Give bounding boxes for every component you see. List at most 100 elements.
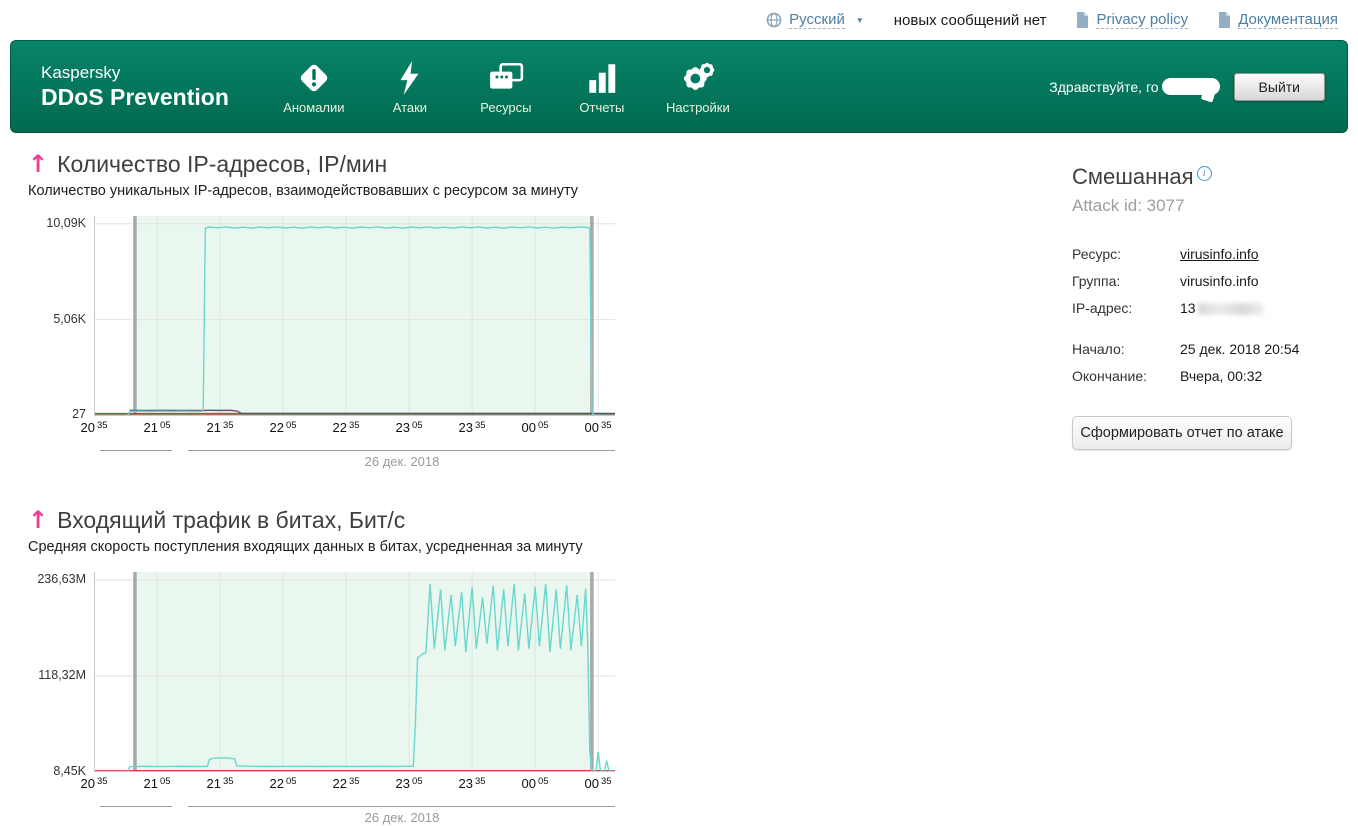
content-area: ↑ Количество IP-адресов, IP/мин Количест… <box>0 150 1358 826</box>
messages-status: новых сообщений нет <box>893 11 1047 29</box>
field-ip: IP-адрес: 13 <box>1072 300 1322 316</box>
nav-label: Аномалии <box>283 100 345 115</box>
top-utility-bar: Русский ▼ новых сообщений нет Privacy po… <box>0 0 1358 40</box>
chart-title: Количество IP-адресов, IP/мин <box>57 151 388 177</box>
x-axis-tick: 22 05 <box>269 420 297 435</box>
x-axis-tick: 23 05 <box>395 776 423 791</box>
chart-block-traffic: ↑ Входящий трафик в битах, Бит/с Средняя… <box>28 506 708 826</box>
header-right: Здравствуйте, го Выйти <box>1049 72 1325 101</box>
chart-subtitle: Средняя скорость поступления входящих да… <box>28 539 583 555</box>
y-axis-tick: 5,06K <box>53 312 86 326</box>
attack-type-title: Смешанная <box>1072 164 1194 189</box>
document-icon <box>1077 12 1089 28</box>
x-axis-tick: 22 35 <box>332 776 360 791</box>
date-axis-segment <box>188 806 615 807</box>
x-axis-tick: 20 35 <box>80 776 108 791</box>
field-start: Начало: 25 дек. 2018 20:54 <box>1072 341 1322 357</box>
app-header: Kaspersky DDoS Prevention Аномалии Атаки <box>10 40 1348 133</box>
date-axis-label: 26 дек. 2018 <box>364 810 440 825</box>
chart-title: Входящий трафик в битах, Бит/с <box>57 507 406 533</box>
field-resource: Ресурс: virusinfo.info <box>1072 246 1322 262</box>
bar-chart-icon <box>584 58 620 96</box>
info-icon[interactable]: i <box>1196 166 1212 181</box>
x-axis-tick: 00 35 <box>584 776 612 791</box>
nav-item-reports[interactable]: Отчеты <box>563 58 641 115</box>
ip-count-chart[interactable]: 10,09K 5,06K 27 20 35 21 05 21 35 22 05 22 35 23 05 23 3… <box>28 208 708 470</box>
field-end: Окончание: Вчера, 00:32 <box>1072 368 1322 384</box>
greeting-text: Здравствуйте, го <box>1049 78 1220 95</box>
y-axis-tick: 8,45K <box>53 764 86 778</box>
nav-item-settings[interactable]: Настройки <box>659 58 737 115</box>
chart-block-ip: ↑ Количество IP-адресов, IP/мин Количест… <box>28 150 708 470</box>
chevron-down-icon: ▼ <box>855 15 864 25</box>
trend-up-icon: ↑ <box>28 506 49 534</box>
logout-button[interactable]: Выйти <box>1233 72 1325 101</box>
charts-column: ↑ Количество IP-адресов, IP/мин Количест… <box>28 150 708 826</box>
nav-item-resources[interactable]: Ресурсы <box>467 58 545 115</box>
x-axis-tick: 00 05 <box>521 420 549 435</box>
x-axis-tick: 23 35 <box>458 776 486 791</box>
main-nav: Аномалии Атаки Ресурсы Отчеты Настройки <box>275 58 737 115</box>
generate-report-button[interactable]: Сформировать отчет по атаке <box>1072 416 1292 450</box>
redacted-username <box>1161 78 1220 95</box>
nav-label: Атаки <box>392 100 428 115</box>
date-axis-label: 26 дек. 2018 <box>364 454 440 469</box>
trend-up-icon: ↑ <box>28 150 49 178</box>
attack-info-panel: Смешанная i Attack id: 3077 Ресурс: viru… <box>1072 164 1322 450</box>
date-axis-segment <box>188 450 615 451</box>
diamond-exclamation-icon <box>296 58 332 96</box>
x-axis-tick: 00 35 <box>584 420 612 435</box>
nav-item-attacks[interactable]: Атаки <box>371 58 449 115</box>
x-axis-tick: 20 35 <box>80 420 108 435</box>
windows-icon <box>488 58 524 96</box>
field-label: Начало: <box>1072 341 1125 357</box>
field-label: Ресурс: <box>1072 246 1122 262</box>
x-axis-tick: 00 05 <box>521 776 549 791</box>
language-selector[interactable]: Русский ▼ <box>766 11 864 29</box>
language-link[interactable]: Русский <box>789 11 845 29</box>
gears-icon <box>680 58 716 96</box>
y-axis-tick: 118,32M <box>38 668 86 682</box>
y-axis-tick: 236,63M <box>37 572 86 586</box>
date-axis-segment <box>100 450 172 451</box>
field-label: Окончание: <box>1072 368 1147 384</box>
document-icon <box>1219 12 1231 28</box>
privacy-policy-link[interactable]: Privacy policy <box>1096 11 1189 29</box>
x-axis-tick: 21 05 <box>143 420 171 435</box>
nav-label: Настройки <box>666 100 730 115</box>
field-value: Вчера, 00:32 <box>1180 368 1263 384</box>
documentation-item[interactable]: Документация <box>1218 11 1338 29</box>
field-group: Группа: virusinfo.info <box>1072 273 1322 289</box>
field-value: 25 дек. 2018 20:54 <box>1180 341 1300 357</box>
greeting-label: Здравствуйте, го <box>1049 78 1159 95</box>
redacted-ip <box>1197 303 1264 316</box>
x-axis-tick: 21 35 <box>206 776 234 791</box>
field-label: IP-адрес: <box>1072 300 1133 316</box>
nav-item-anomalies[interactable]: Аномалии <box>275 58 353 115</box>
globe-icon <box>766 12 782 28</box>
lightning-icon <box>392 58 428 96</box>
x-axis-tick: 23 05 <box>395 420 423 435</box>
y-axis-tick: 27 <box>72 407 86 421</box>
field-label: Группа: <box>1072 273 1121 289</box>
brand-logo: Kaspersky DDoS Prevention <box>41 62 229 112</box>
x-axis-tick: 22 05 <box>269 776 297 791</box>
ip-prefix: 13 <box>1180 300 1196 316</box>
traffic-chart[interactable]: 236,63M 118,32M 8,45K 20 35 21 05 21 35 22 05 22 35 2… <box>28 564 708 826</box>
chart-plot[interactable] <box>93 216 616 421</box>
x-axis-tick: 23 35 <box>458 420 486 435</box>
attack-id: Attack id: 3077 <box>1072 196 1185 215</box>
attack-fields: Ресурс: virusinfo.info Группа: virusinfo… <box>1072 246 1322 384</box>
x-axis-tick: 22 35 <box>332 420 360 435</box>
nav-label: Ресурсы <box>480 100 532 115</box>
y-axis-tick: 10,09K <box>46 216 86 230</box>
resource-link[interactable]: virusinfo.info <box>1180 246 1259 262</box>
field-value: 13 <box>1180 300 1264 316</box>
chart-subtitle: Количество уникальных IP-адресов, взаимо… <box>28 183 579 199</box>
brand-line2: DDoS Prevention <box>41 83 229 110</box>
x-axis-tick: 21 05 <box>143 776 171 791</box>
x-axis-tick: 21 35 <box>206 420 234 435</box>
chart-plot[interactable] <box>94 572 615 777</box>
privacy-policy-item[interactable]: Privacy policy <box>1076 11 1189 29</box>
documentation-link[interactable]: Документация <box>1238 11 1338 29</box>
